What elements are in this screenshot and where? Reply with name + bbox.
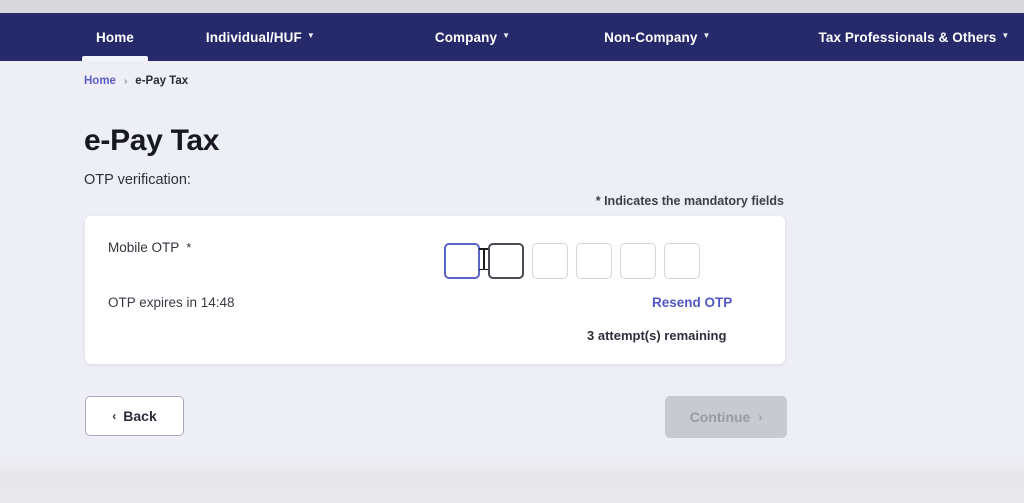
mobile-otp-label: Mobile OTP *	[108, 240, 191, 255]
continue-button[interactable]: Continue ›	[665, 396, 787, 438]
mobile-otp-label-text: Mobile OTP	[108, 240, 180, 255]
resend-otp-link[interactable]: Resend OTP	[652, 295, 732, 310]
otp-digit-5[interactable]	[620, 243, 656, 279]
nav-item-home[interactable]: Home	[82, 13, 148, 61]
otp-digit-1[interactable]	[444, 243, 480, 279]
browser-chrome-strip	[0, 0, 1024, 13]
continue-button-label: Continue	[689, 409, 751, 425]
nav-item-home-label: Home	[96, 29, 134, 45]
page-title: e-Pay Tax	[84, 124, 220, 157]
back-button[interactable]: ‹ Back	[85, 396, 184, 436]
nav-item-non-company-label: Non-Company	[604, 29, 698, 45]
otp-digit-4[interactable]	[576, 243, 612, 279]
section-label-otp-verification: OTP verification:	[84, 172, 191, 188]
chevron-down-icon: ▼	[1001, 31, 1010, 40]
chevron-down-icon: ▼	[702, 31, 711, 40]
nav-item-non-company[interactable]: Non-Company ▼	[590, 13, 724, 61]
required-asterisk: *	[186, 240, 192, 255]
otp-expiry-text: OTP expires in 14:48	[108, 295, 235, 310]
mandatory-fields-note: * Indicates the mandatory fields	[595, 194, 784, 208]
epay-tax-page: Home Individual/HUF ▼ Company ▼ Non-Comp…	[0, 0, 1024, 503]
back-button-label: Back	[123, 408, 157, 424]
otp-verification-card: Mobile OTP * OTP expires in 14:48 Resend …	[85, 216, 785, 364]
nav-item-individual-huf[interactable]: Individual/HUF ▼	[192, 13, 329, 61]
breadcrumb-home-link[interactable]: Home	[84, 75, 116, 87]
nav-item-company[interactable]: Company ▼	[421, 13, 524, 61]
attempts-remaining-text: 3 attempt(s) remaining	[587, 328, 727, 343]
breadcrumb-separator-icon: ›	[123, 75, 128, 87]
nav-item-company-label: Company	[434, 29, 498, 45]
main-navigation: Home Individual/HUF ▼ Company ▼ Non-Comp…	[0, 13, 1024, 61]
breadcrumb: Home › e-Pay Tax	[84, 75, 188, 87]
otp-digit-3[interactable]	[532, 243, 568, 279]
chevron-down-icon: ▼	[306, 31, 315, 40]
nav-item-individual-huf-label: Individual/HUF	[205, 29, 302, 45]
breadcrumb-current: e-Pay Tax	[135, 75, 189, 87]
nav-item-tax-professionals-others-label: Tax Professionals & Others	[818, 29, 997, 45]
page-bottom-area	[0, 452, 1024, 503]
nav-item-tax-professionals-others[interactable]: Tax Professionals & Others ▼	[805, 13, 1024, 61]
otp-digit-2[interactable]	[488, 243, 524, 279]
chevron-right-icon: ›	[758, 410, 763, 424]
chevron-left-icon: ‹	[112, 409, 117, 423]
otp-digit-6[interactable]	[664, 243, 700, 279]
otp-input-group	[444, 243, 700, 279]
chevron-down-icon: ▼	[502, 31, 511, 40]
